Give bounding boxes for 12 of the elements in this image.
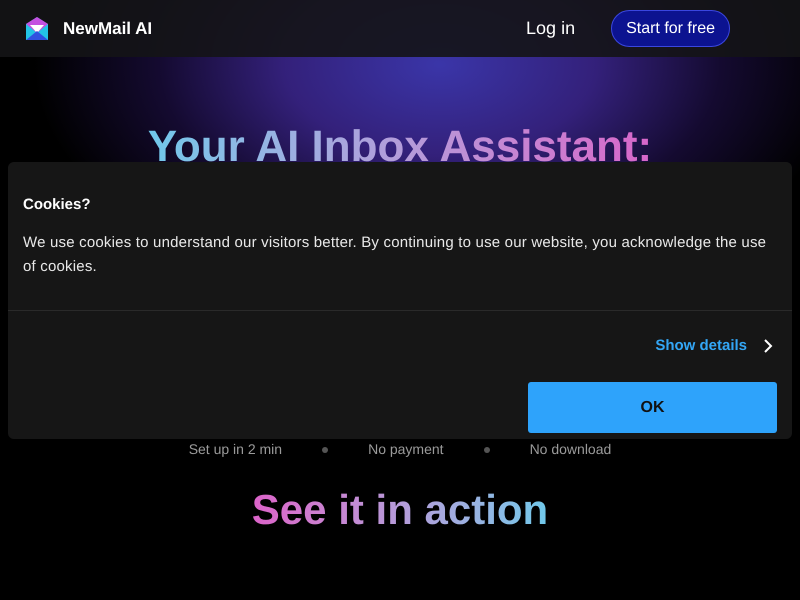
brand-name: NewMail AI (63, 18, 152, 40)
chevron-right-icon (763, 338, 773, 354)
feature-text: Set up in 2 min (188, 440, 282, 459)
start-for-free-button[interactable]: Start for free (611, 10, 730, 47)
feature-text: No payment (368, 440, 444, 459)
ok-button[interactable]: OK (528, 382, 777, 433)
show-details-link[interactable]: Show details (655, 334, 773, 357)
feature-text: No download (530, 440, 612, 459)
dialog-message: We use cookies to understand our visitors better. By continuing to use our website, you acknowledge the use of cookies. (23, 232, 768, 276)
login-link[interactable]: Log in (526, 15, 576, 42)
envelope-logo-icon (24, 16, 50, 42)
dialog-title: Cookies? (23, 195, 92, 215)
